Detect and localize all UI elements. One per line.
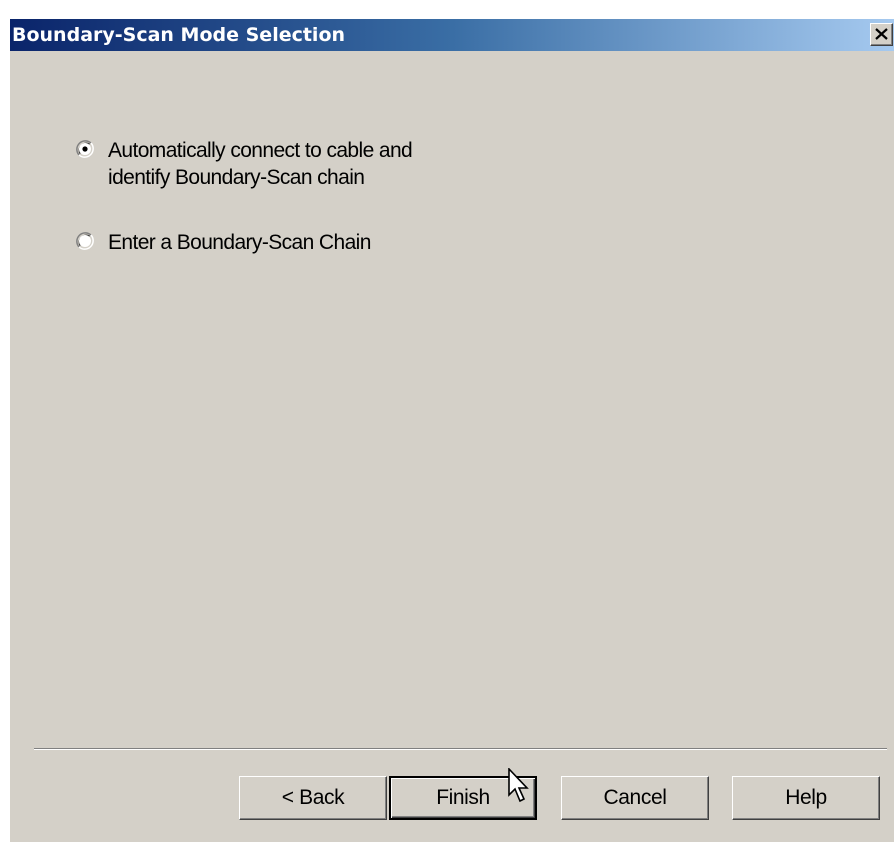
footer-separator — [34, 748, 887, 750]
radio-option-enter-chain[interactable]: Enter a Boundary-Scan Chain — [76, 229, 371, 256]
help-button[interactable]: Help — [732, 776, 880, 820]
radio-button-enter-chain[interactable] — [76, 232, 94, 250]
close-icon — [875, 28, 888, 40]
radio-unselected-icon — [76, 232, 94, 250]
radio-label-enter-chain: Enter a Boundary-Scan Chain — [108, 231, 371, 254]
close-button[interactable] — [870, 23, 893, 46]
radio-option-auto-connect[interactable]: Automatically connect to cable and ident… — [76, 137, 413, 191]
dialog-window: Boundary-Scan Mode Selection Automatical… — [9, 18, 894, 842]
cancel-button[interactable]: Cancel — [561, 776, 709, 820]
title-bar: Boundary-Scan Mode Selection — [10, 19, 894, 51]
finish-button[interactable]: Finish — [389, 776, 537, 820]
radio-label-auto-connect: Automatically connect to cable and ident… — [108, 139, 413, 189]
radio-button-auto-connect[interactable] — [76, 140, 94, 158]
window-title: Boundary-Scan Mode Selection — [12, 24, 346, 46]
back-button[interactable]: < Back — [239, 776, 387, 820]
radio-selected-icon — [76, 140, 94, 158]
